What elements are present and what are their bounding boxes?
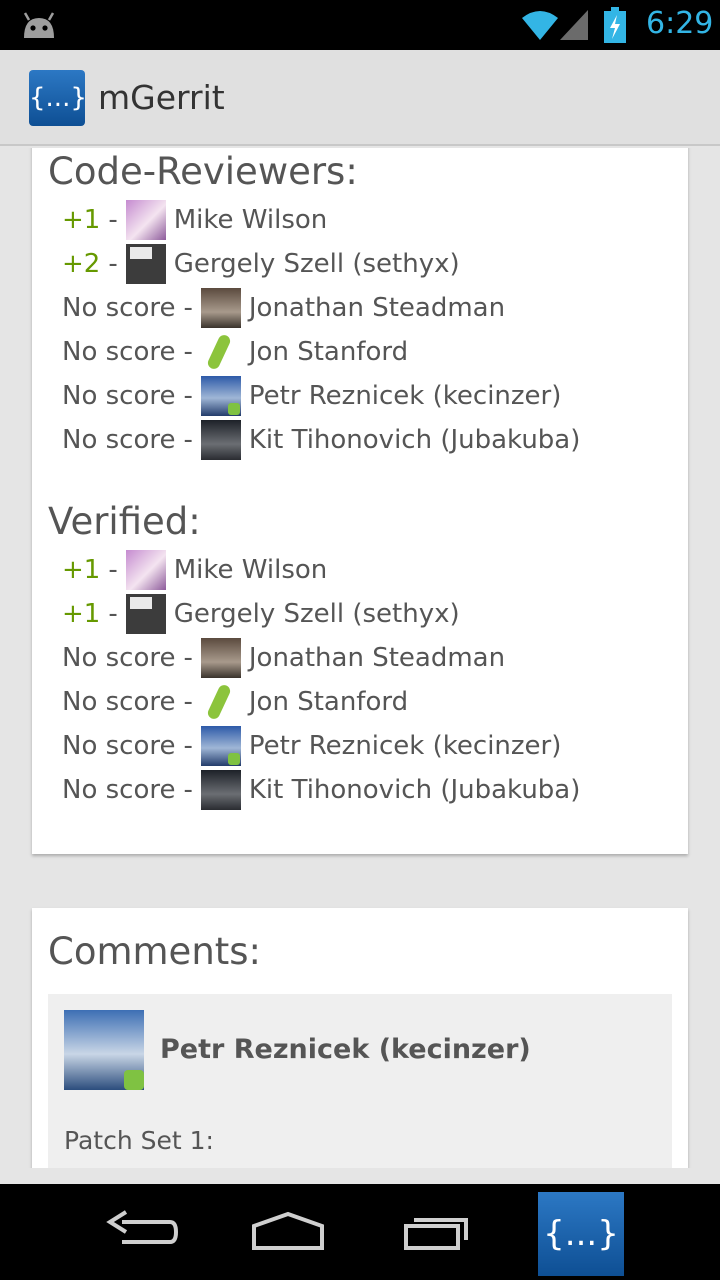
reviewer-row[interactable]: No score - Kit Tihonovich (Jubakuba) xyxy=(62,418,580,462)
reviewer-name: Kit Tihonovich (Jubakuba) xyxy=(248,775,581,805)
reviewer-name: Mike Wilson xyxy=(173,555,328,585)
verified-heading: Verified: xyxy=(48,500,201,543)
avatar xyxy=(200,288,241,328)
score-value: +2 xyxy=(62,249,101,279)
reviewer-name: Kit Tihonovich (Jubakuba) xyxy=(248,425,581,455)
separator: - xyxy=(183,337,193,367)
verifier-row[interactable]: +1- Gergely Szell (sethyx) xyxy=(62,592,460,636)
separator: - xyxy=(108,555,118,585)
clock: 6:29 xyxy=(646,6,714,41)
comment-author: Petr Reznicek (kecinzer) xyxy=(160,1034,531,1065)
reviewer-name: Gergely Szell (sethyx) xyxy=(173,249,460,279)
recent-apps-button[interactable] xyxy=(396,1200,476,1264)
score-value: No score xyxy=(62,381,176,411)
home-button[interactable] xyxy=(246,1200,330,1264)
reviewer-name: Jonathan Steadman xyxy=(248,293,506,323)
score-value: +1 xyxy=(62,555,101,585)
reviewer-row[interactable]: No score - Jon Stanford xyxy=(62,330,408,374)
app-logo-icon[interactable]: {...} xyxy=(29,70,87,126)
avatar xyxy=(200,420,241,460)
android-notification-icon xyxy=(23,12,55,38)
reviewer-row[interactable]: +1- Mike Wilson xyxy=(62,198,327,242)
signal-icon xyxy=(560,10,588,40)
reviewer-name: Jon Stanford xyxy=(248,337,409,367)
comments-heading: Comments: xyxy=(48,930,262,973)
back-arrow-icon xyxy=(106,1210,179,1244)
verifier-row[interactable]: +1- Mike Wilson xyxy=(62,548,327,592)
avatar xyxy=(200,332,241,372)
reviewer-row[interactable]: No score - Petr Reznicek (kecinzer) xyxy=(62,374,561,418)
wifi-icon xyxy=(522,11,558,40)
comment-item[interactable]: Petr Reznicek (kecinzer) Patch Set 1: xyxy=(48,994,672,1168)
score-value: +1 xyxy=(62,599,101,629)
reviewer-row[interactable]: +2- Gergely Szell (sethyx) xyxy=(62,242,460,286)
verifier-row[interactable]: No score - Kit Tihonovich (Jubakuba) xyxy=(62,768,580,812)
verifier-row[interactable]: No score - Jonathan Steadman xyxy=(62,636,505,680)
recent-apps-icon xyxy=(404,1218,468,1250)
score-value: No score xyxy=(62,731,176,761)
navigation-bar: {...} xyxy=(0,1184,720,1280)
separator: - xyxy=(183,381,193,411)
score-value: No score xyxy=(62,337,176,367)
avatar xyxy=(125,200,166,240)
comment-text: Patch Set 1: xyxy=(64,1126,214,1155)
separator: - xyxy=(183,293,193,323)
score-value: +1 xyxy=(62,205,101,235)
avatar xyxy=(125,594,166,634)
verifier-row[interactable]: No score - Jon Stanford xyxy=(62,680,408,724)
avatar xyxy=(200,770,241,810)
separator: - xyxy=(183,425,193,455)
avatar xyxy=(125,244,166,284)
score-value: No score xyxy=(62,775,176,805)
reviewer-name: Jon Stanford xyxy=(248,687,409,717)
home-icon xyxy=(252,1211,324,1250)
separator: - xyxy=(183,687,193,717)
action-bar: {...} mGerrit xyxy=(0,50,720,146)
avatar xyxy=(125,550,166,590)
battery-charging-icon xyxy=(604,7,626,43)
reviews-card: Code-Reviewers: +1- Mike Wilson +2- Gergel… xyxy=(32,148,688,854)
score-value: No score xyxy=(62,643,176,673)
score-value: No score xyxy=(62,687,176,717)
app-title: mGerrit xyxy=(98,78,225,117)
avatar xyxy=(200,726,241,766)
reviewer-name: Petr Reznicek (kecinzer) xyxy=(248,381,562,411)
reviewer-name: Jonathan Steadman xyxy=(248,643,506,673)
avatar xyxy=(200,682,241,722)
app-shortcut-icon[interactable]: {...} xyxy=(538,1192,624,1276)
reviewer-name: Gergely Szell (sethyx) xyxy=(173,599,460,629)
reviewer-row[interactable]: No score - Jonathan Steadman xyxy=(62,286,505,330)
reviewer-name: Petr Reznicek (kecinzer) xyxy=(248,731,562,761)
separator: - xyxy=(108,599,118,629)
separator: - xyxy=(183,731,193,761)
avatar xyxy=(64,1010,144,1090)
score-value: No score xyxy=(62,425,176,455)
separator: - xyxy=(108,249,118,279)
code-reviewers-heading: Code-Reviewers: xyxy=(48,150,358,193)
back-button[interactable] xyxy=(100,1200,180,1264)
verifier-row[interactable]: No score - Petr Reznicek (kecinzer) xyxy=(62,724,561,768)
avatar xyxy=(200,638,241,678)
reviewer-name: Mike Wilson xyxy=(173,205,328,235)
comments-card: Comments: Petr Reznicek (kecinzer) Patch… xyxy=(32,908,688,1168)
score-value: No score xyxy=(62,293,176,323)
status-bar: 6:29 xyxy=(0,0,720,50)
separator: - xyxy=(183,643,193,673)
separator: - xyxy=(108,205,118,235)
change-details-scroll[interactable]: Code-Reviewers: +1- Mike Wilson +2- Gergel… xyxy=(0,148,720,1168)
separator: - xyxy=(183,775,193,805)
avatar xyxy=(200,376,241,416)
